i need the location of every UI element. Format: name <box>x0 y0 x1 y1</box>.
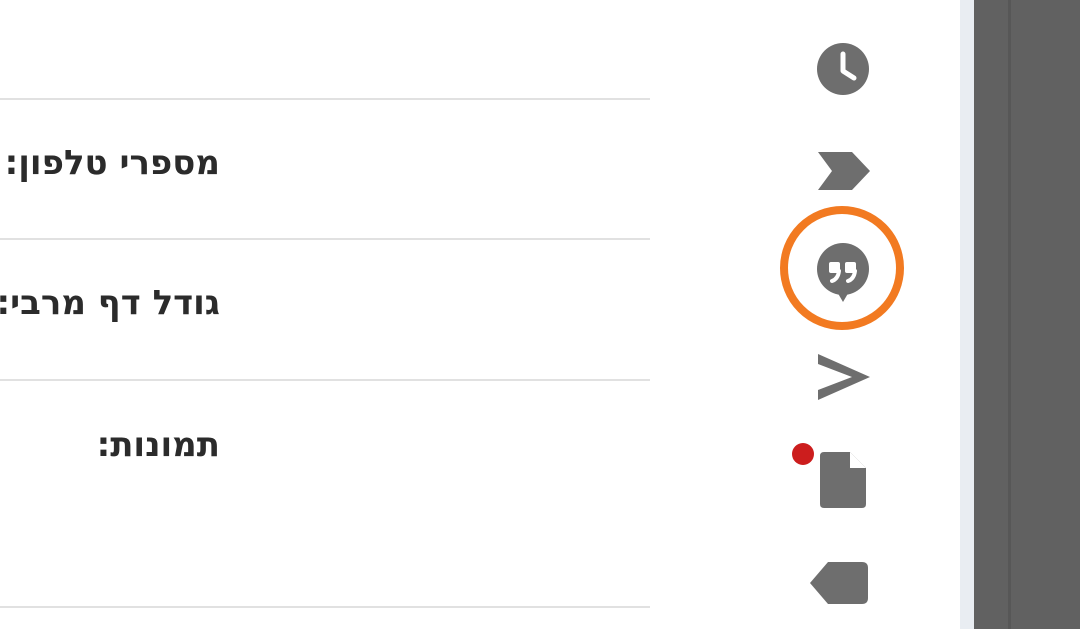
panel-divider <box>1008 0 1011 629</box>
max-page-size-label: גודל דף מרבי: <box>0 283 220 323</box>
settings-panel: מספרי טלפון: גודל דף מרבי: תמונות: <box>0 0 650 629</box>
highlight-ring <box>780 206 904 330</box>
tag-icon[interactable] <box>810 562 868 604</box>
send-icon[interactable] <box>816 352 872 402</box>
side-panel <box>974 0 1080 629</box>
notification-dot <box>792 443 814 465</box>
row-divider <box>0 98 650 100</box>
label-arrow-icon[interactable] <box>816 150 872 192</box>
panel-edge <box>960 0 974 629</box>
app-window: מספרי טלפון: גודל דף מרבי: תמונות: <box>0 0 1080 629</box>
row-divider <box>0 238 650 240</box>
clock-icon[interactable] <box>816 42 870 96</box>
images-label: תמונות: <box>96 425 220 465</box>
row-divider <box>0 379 650 381</box>
phone-numbers-label: מספרי טלפון: <box>4 143 220 183</box>
document-icon[interactable] <box>820 452 866 508</box>
row-divider <box>0 606 650 608</box>
